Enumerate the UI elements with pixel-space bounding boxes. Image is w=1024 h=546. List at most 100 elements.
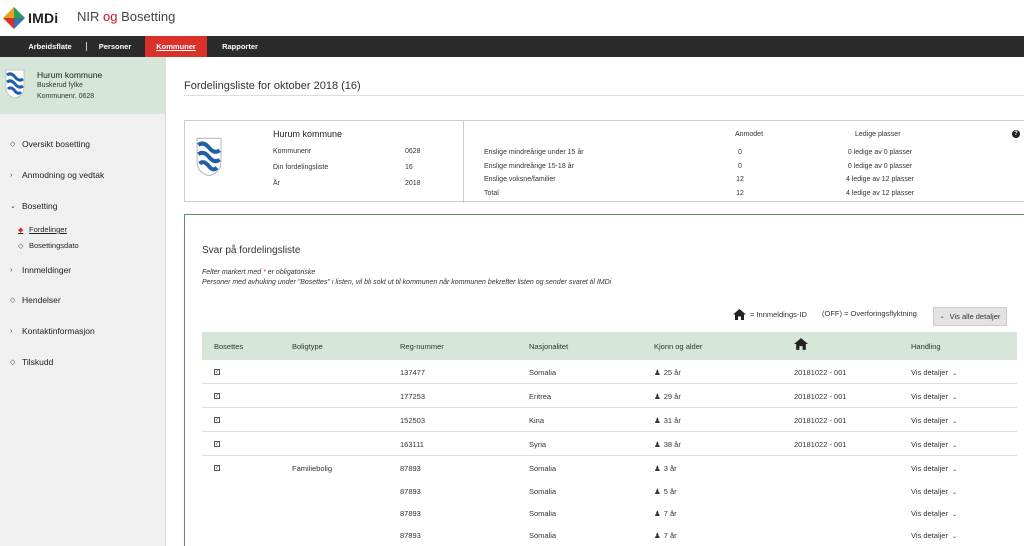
gender-age-cell: ♟ 7 år: [654, 509, 677, 518]
table-header: Bosettes Boligtype Reg-nummer Nasjonalit…: [202, 332, 1017, 360]
show-details-link[interactable]: Vis detaljer ⌄: [911, 487, 957, 496]
reg-number-cell: 87893: [400, 531, 421, 540]
coat-of-arms-icon: [5, 69, 25, 99]
bosettes-checkbox[interactable]: ✓: [214, 369, 220, 375]
sidebar: Hurum kommune Buskerud fylke Kommunenr. …: [0, 57, 166, 546]
bosettes-checkbox[interactable]: ✓: [214, 393, 220, 399]
house-icon: [733, 309, 746, 320]
chevron-down-icon: ⌄: [951, 512, 957, 518]
chevron-down-icon: ⌄: [951, 534, 957, 540]
diamond-filled-icon: ◆: [18, 226, 24, 234]
placement-category: Enslige mindreårige under 15 år: [484, 149, 584, 156]
column-header: Kjonn og alder: [654, 342, 703, 351]
show-details-link[interactable]: Vis detaljer ⌄: [911, 464, 957, 473]
sidebar-item-innmeldinger[interactable]: › Innmeldinger: [10, 265, 71, 275]
gender-age-cell: ♟ 3 år: [654, 464, 677, 473]
nav-kommuner[interactable]: Kommuner: [145, 36, 207, 57]
reg-number-cell: 177253: [400, 392, 426, 401]
column-header: Nasjonalitet: [529, 342, 569, 351]
nationality-cell: Somalia: [529, 509, 557, 518]
innmeldings-id-cell: 20181022 - 001: [794, 368, 847, 377]
person-icon: ♟: [654, 440, 661, 449]
person-icon: ♟: [654, 416, 661, 425]
main-nav: Arbeidsflate Personer Kommuner Rapporter: [0, 36, 1024, 57]
gender-age-cell: ♟ 31 år: [654, 416, 681, 425]
help-icon[interactable]: ?: [1012, 130, 1020, 138]
innmeldings-id-cell: 20181022 - 001: [794, 392, 847, 401]
municipality-name: Hurum kommune: [37, 70, 103, 80]
page-title: Fordelingsliste for oktober 2018 (16): [184, 80, 361, 92]
sidebar-subitem-bosettingsdato[interactable]: ◇ Bosettingsdato: [18, 241, 79, 250]
table-row: 87893 Somalia ♟ 5 år Vis detaljer ⌄: [202, 479, 1017, 503]
nav-divider: [86, 42, 87, 51]
imdi-logo[interactable]: IMDi: [3, 7, 58, 29]
person-icon: ♟: [654, 464, 661, 473]
column-header: Bosettes: [214, 342, 244, 351]
bosettes-checkbox[interactable]: ✓: [214, 465, 220, 471]
sidebar-item-oversikt-bosetting[interactable]: ◇ Oversikt bosetting: [10, 139, 90, 149]
sidebar-item-hendelser[interactable]: ◇ Hendelser: [10, 295, 61, 305]
placement-requested: 0: [738, 149, 742, 156]
bosettes-checkbox[interactable]: ✓: [214, 417, 220, 423]
show-details-link[interactable]: Vis detaljer ⌄: [911, 368, 957, 377]
nationality-cell: Somalia: [529, 531, 557, 540]
required-fields-note: Felter markert med * er obligatoriske: [202, 269, 316, 276]
chevron-down-icon: ⌄: [951, 467, 957, 473]
nav-personer[interactable]: Personer: [92, 36, 138, 57]
nationality-cell: Syria: [529, 440, 547, 449]
municipality-info-panel: Hurum kommune Kommunenr 0628 Din fordeli…: [184, 120, 1024, 203]
info-divider: [463, 121, 464, 203]
info-label: År: [273, 180, 280, 187]
gender-age-cell: ♟ 29 år: [654, 392, 681, 401]
show-details-link[interactable]: Vis detaljer ⌄: [911, 531, 957, 540]
reg-number-cell: 87893: [400, 487, 421, 496]
boligtype-cell: Familiebolig: [292, 464, 333, 473]
coat-of-arms-icon: [196, 137, 222, 177]
placement-free: 0 ledige av 0 plasser: [847, 149, 913, 156]
chevron-down-icon: ⌄: [939, 314, 945, 320]
show-details-link[interactable]: Vis detaljer ⌄: [911, 509, 957, 518]
sidebar-subitem-fordelinger[interactable]: ◆ Fordelinger: [18, 225, 67, 234]
show-details-link[interactable]: Vis detaljer ⌄: [911, 416, 957, 425]
info-value: 2018: [405, 180, 421, 187]
reg-number-cell: 87893: [400, 464, 421, 473]
title-divider: [184, 95, 1024, 96]
show-details-link[interactable]: Vis detaljer ⌄: [911, 392, 957, 401]
gender-age-cell: ♟ 5 år: [654, 487, 677, 496]
nationality-cell: Somalia: [529, 487, 557, 496]
show-all-details-button[interactable]: ⌄ Vis alle detaljer: [933, 307, 1007, 326]
person-icon: ♟: [654, 531, 661, 540]
sidebar-item-bosetting[interactable]: ⌄ Bosetting: [10, 201, 57, 211]
diamond-outline-icon: ◇: [10, 141, 16, 148]
nav-rapporter[interactable]: Rapporter: [214, 36, 266, 57]
header-free-places: Ledige plasser: [855, 131, 901, 138]
sidebar-item-anmodning-og-vedtak[interactable]: › Anmodning og vedtak: [10, 170, 104, 180]
gender-age-cell: ♟ 25 år: [654, 368, 681, 377]
nationality-cell: Kina: [529, 416, 545, 425]
app-title: NIR og Bosetting: [77, 9, 176, 24]
table-row: ✓ 163111 Syria ♟ 38 år 20181022 - 001 Vis…: [202, 432, 1017, 456]
table-row: 87893 Somalia ♟ 7 år Vis detaljer ⌄: [202, 523, 1017, 546]
nationality-cell: Eritrea: [529, 392, 552, 401]
gender-age-cell: ♟ 38 år: [654, 440, 681, 449]
municipality-county: Buskerud fylke: [37, 82, 83, 89]
bosettes-checkbox[interactable]: ✓: [214, 441, 220, 447]
chevron-down-icon: ⌄: [951, 443, 957, 449]
sidebar-item-tilskudd[interactable]: ◇ Tilskudd: [10, 357, 53, 367]
column-header: Boligtype: [292, 342, 323, 351]
legend-off: (OFF) = Overforingsflyktning: [822, 309, 917, 318]
legend-innmeldings-id: = Innmeldings-ID: [733, 309, 807, 320]
chevron-right-icon: ›: [10, 327, 13, 335]
diamond-outline-icon: ◇: [10, 297, 16, 304]
info-value: 16: [405, 164, 413, 171]
show-details-link[interactable]: Vis detaljer ⌄: [911, 440, 957, 449]
chevron-down-icon: ⌄: [10, 203, 16, 210]
placement-total-requested: 12: [736, 190, 744, 197]
sidebar-item-kontaktinformasjon[interactable]: › Kontaktinformasjon: [10, 326, 95, 336]
nav-arbeidsflate[interactable]: Arbeidsflate: [20, 36, 80, 57]
person-icon: ♟: [654, 487, 661, 496]
chevron-right-icon: ›: [10, 266, 13, 274]
house-icon: [794, 338, 808, 350]
info-label: Din fordelingsliste: [273, 164, 329, 171]
chevron-down-icon: ⌄: [951, 371, 957, 377]
